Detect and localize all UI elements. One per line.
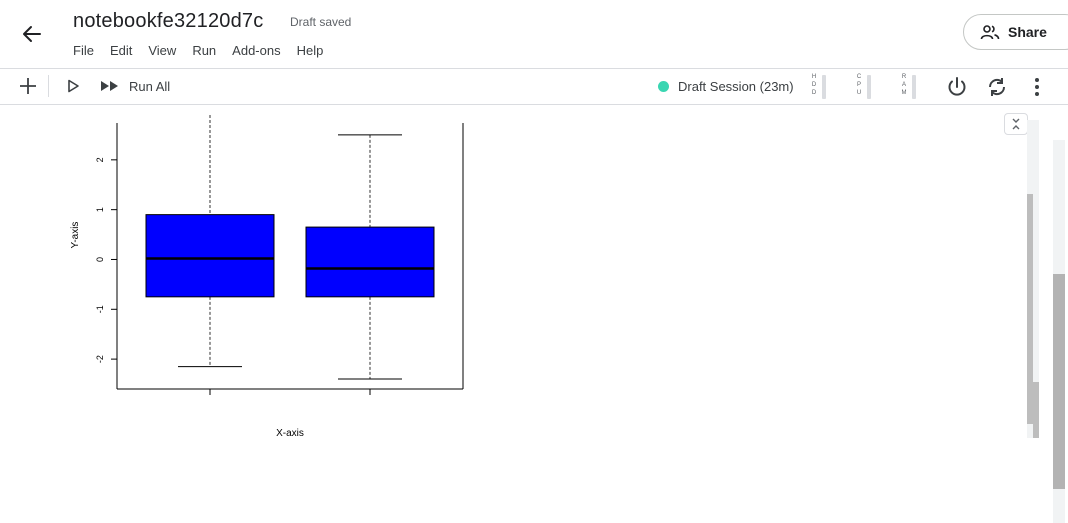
menu-bar: File Edit View Run Add-ons Help <box>73 43 339 58</box>
box-iqr <box>145 214 275 298</box>
share-label: Share <box>1008 24 1047 40</box>
share-button[interactable]: Share <box>963 14 1068 50</box>
collapse-output-button[interactable] <box>1004 113 1028 135</box>
back-arrow-icon[interactable] <box>18 20 46 48</box>
save-status: Draft saved <box>290 15 352 29</box>
y-tick-label: 0 <box>95 257 105 262</box>
add-cell-button[interactable] <box>17 75 39 97</box>
hdd-usage-bar <box>822 75 826 99</box>
page-scrollbar-thumb[interactable] <box>1053 274 1065 489</box>
cpu-meter-label: CPU <box>856 74 862 96</box>
menu-run[interactable]: Run <box>192 43 216 58</box>
menu-help[interactable]: Help <box>297 43 324 58</box>
restart-icon[interactable] <box>985 75 1009 99</box>
session-indicator-dot <box>658 81 669 92</box>
session-status[interactable]: Draft Session (23m) <box>658 79 794 94</box>
session-label: Draft Session (23m) <box>678 79 794 94</box>
more-options-icon[interactable] <box>1025 75 1049 99</box>
people-icon <box>980 25 1000 40</box>
power-icon[interactable] <box>945 75 969 99</box>
notebook-toolbar: Run All Draft Session (23m) HDD CPU RAM <box>0 69 1068 105</box>
menu-edit[interactable]: Edit <box>110 43 132 58</box>
notebook-title[interactable]: notebookfe32120d7c <box>73 10 263 33</box>
y-tick-label: -1 <box>95 305 105 313</box>
cpu-usage-bar <box>867 75 871 99</box>
ram-usage-bar <box>912 75 916 99</box>
boxplot-chart: -2 -1 0 1 2 X-axis Y-axis <box>70 115 464 439</box>
notebook-header: notebookfe32120d7c Draft saved File Edit… <box>0 0 1068 69</box>
y-tick-label: 1 <box>95 207 105 212</box>
y-tick-label: -2 <box>95 355 105 363</box>
run-all-label: Run All <box>129 78 171 94</box>
y-axis-label: Y-axis <box>70 222 81 249</box>
hdd-meter-label: HDD <box>811 74 817 96</box>
box-iqr <box>305 226 435 298</box>
toolbar-divider <box>48 75 49 97</box>
y-tick-label: 2 <box>95 157 105 162</box>
run-all-button[interactable]: Run All <box>99 75 170 97</box>
collapse-chevrons-icon <box>1012 118 1020 130</box>
page-scrollbar[interactable] <box>1053 140 1065 523</box>
ram-meter: RAM <box>900 73 922 99</box>
menu-view[interactable]: View <box>148 43 176 58</box>
ram-meter-label: RAM <box>901 74 907 96</box>
output-scrollbar[interactable] <box>1027 120 1039 438</box>
hdd-meter: HDD <box>810 73 832 99</box>
output-scrollbar-thumb-secondary[interactable] <box>1033 382 1039 438</box>
x-axis-label: X-axis <box>276 428 304 439</box>
play-icon <box>68 79 79 93</box>
cpu-meter: CPU <box>855 73 877 99</box>
plus-icon <box>20 78 36 94</box>
menu-addons[interactable]: Add-ons <box>232 43 280 58</box>
boxplot-output: -2 -1 0 1 2 X-axis Y-axis <box>60 115 480 455</box>
run-cell-button[interactable] <box>64 75 82 97</box>
fast-forward-icon <box>101 81 118 91</box>
menu-file[interactable]: File <box>73 43 94 58</box>
